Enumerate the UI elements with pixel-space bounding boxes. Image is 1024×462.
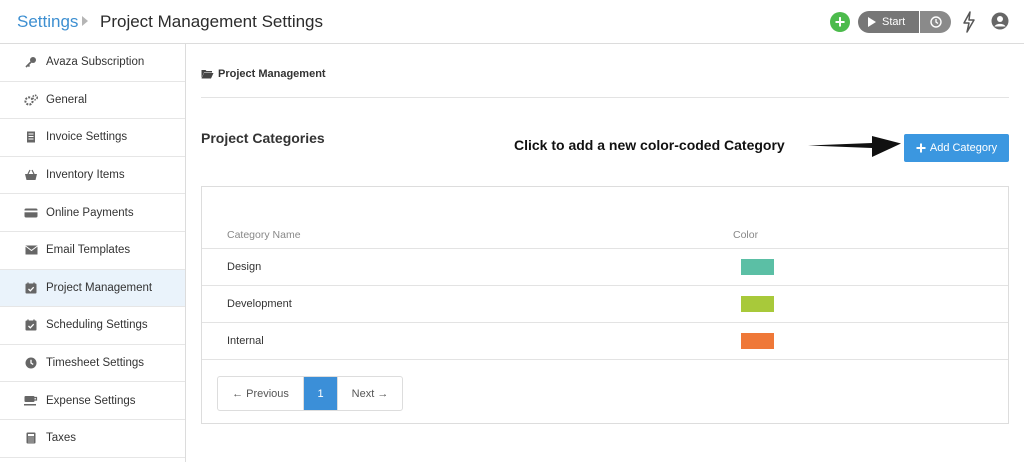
user-avatar-icon[interactable] (991, 12, 1009, 30)
add-category-label: Add Category (929, 142, 998, 154)
breadcrumb-chevron-icon (82, 16, 88, 26)
previous-page-button[interactable]: ← Previous (218, 377, 304, 410)
sidebar-item-label: Timesheet Settings (46, 357, 145, 370)
sidebar-item-label: Email Templates (46, 244, 131, 257)
section-divider (201, 97, 1009, 98)
coffee-icon (24, 394, 38, 408)
color-swatch (741, 296, 774, 312)
top-bar: Settings Project Management Settings + S… (0, 0, 1024, 44)
section-heading-label: Project Management (218, 68, 326, 80)
next-page-button[interactable]: Next → (337, 377, 402, 410)
calendar-check-icon (24, 281, 38, 295)
category-name: Development (227, 298, 292, 310)
table-row[interactable]: Design (202, 249, 1008, 286)
clock-icon (24, 356, 38, 370)
sidebar-item-general[interactable]: General (0, 82, 185, 120)
table-header: Category Name Color (202, 223, 1008, 249)
calculator-icon (24, 431, 38, 445)
sidebar-item-email-templates[interactable]: Email Templates (0, 232, 185, 270)
sidebar-item-scheduling-settings[interactable]: Scheduling Settings (0, 307, 185, 345)
sidebar-item-label: General (46, 93, 87, 106)
timer-controls: Start (858, 11, 951, 33)
pagination: ← Previous 1 Next → (217, 376, 403, 411)
color-swatch (741, 259, 774, 275)
annotation-text: Click to add a new color-coded Category (514, 137, 785, 153)
current-page-button[interactable]: 1 (304, 377, 337, 410)
sidebar-item-expense-settings[interactable]: Expense Settings (0, 382, 185, 420)
folder-open-icon (201, 70, 214, 79)
sidebar-item-label: Inventory Items (46, 169, 125, 182)
sidebar-item-label: Expense Settings (46, 394, 136, 407)
sidebar-item-label: Avaza Subscription (46, 56, 145, 69)
sidebar-item-online-payments[interactable]: Online Payments (0, 194, 185, 232)
sidebar-item-label: Project Management (46, 281, 153, 294)
sidebar-item-label: Invoice Settings (46, 131, 128, 144)
sidebar-item-invoice-settings[interactable]: Invoice Settings (0, 119, 185, 157)
category-name: Design (227, 261, 262, 273)
section-heading: Project Management (201, 68, 326, 80)
breadcrumb-settings-link[interactable]: Settings (17, 12, 78, 32)
envelope-icon (24, 243, 38, 257)
basket-icon (24, 168, 38, 182)
sidebar-item-avaza-subscription[interactable]: Avaza Subscription (0, 44, 185, 82)
add-category-button[interactable]: Add Category (904, 134, 1009, 162)
settings-sidebar: Avaza Subscription General Invoice Setti… (0, 44, 186, 462)
play-icon (868, 17, 876, 27)
sidebar-item-taxes[interactable]: Taxes (0, 420, 185, 458)
sidebar-item-label: Online Payments (46, 206, 134, 219)
gears-icon (24, 93, 38, 107)
table-row[interactable]: Internal (202, 323, 1008, 360)
sidebar-item-timesheet-settings[interactable]: Timesheet Settings (0, 345, 185, 383)
categories-table-card: Category Name Color Design Development I… (201, 186, 1009, 424)
sidebar-item-project-management[interactable]: Project Management (0, 269, 185, 308)
credit-card-icon (24, 206, 38, 220)
quick-add-button[interactable]: + (830, 12, 850, 32)
calendar-check-icon (24, 318, 38, 332)
plus-icon (916, 143, 926, 153)
main-content: Project Management Project Categories Cl… (201, 44, 1009, 462)
sidebar-item-inventory-items[interactable]: Inventory Items (0, 157, 185, 195)
timesheet-clock-button[interactable] (920, 11, 951, 33)
clock-icon (929, 16, 942, 28)
category-name: Internal (227, 335, 264, 347)
color-swatch (741, 333, 774, 349)
start-timer-button[interactable]: Start (858, 11, 919, 33)
key-icon (24, 55, 38, 69)
project-categories-title: Project Categories (201, 130, 325, 146)
column-header-category-name: Category Name (227, 229, 301, 241)
column-header-color: Color (733, 229, 759, 241)
sidebar-item-label: Taxes (46, 432, 77, 445)
sidebar-item-label: Scheduling Settings (46, 319, 148, 332)
start-label: Start (882, 16, 906, 28)
table-row[interactable]: Development (202, 286, 1008, 323)
page-title: Project Management Settings (100, 12, 324, 31)
annotation-arrow-icon (808, 136, 901, 157)
document-icon (24, 130, 38, 144)
lightning-bolt-icon[interactable] (962, 11, 976, 33)
